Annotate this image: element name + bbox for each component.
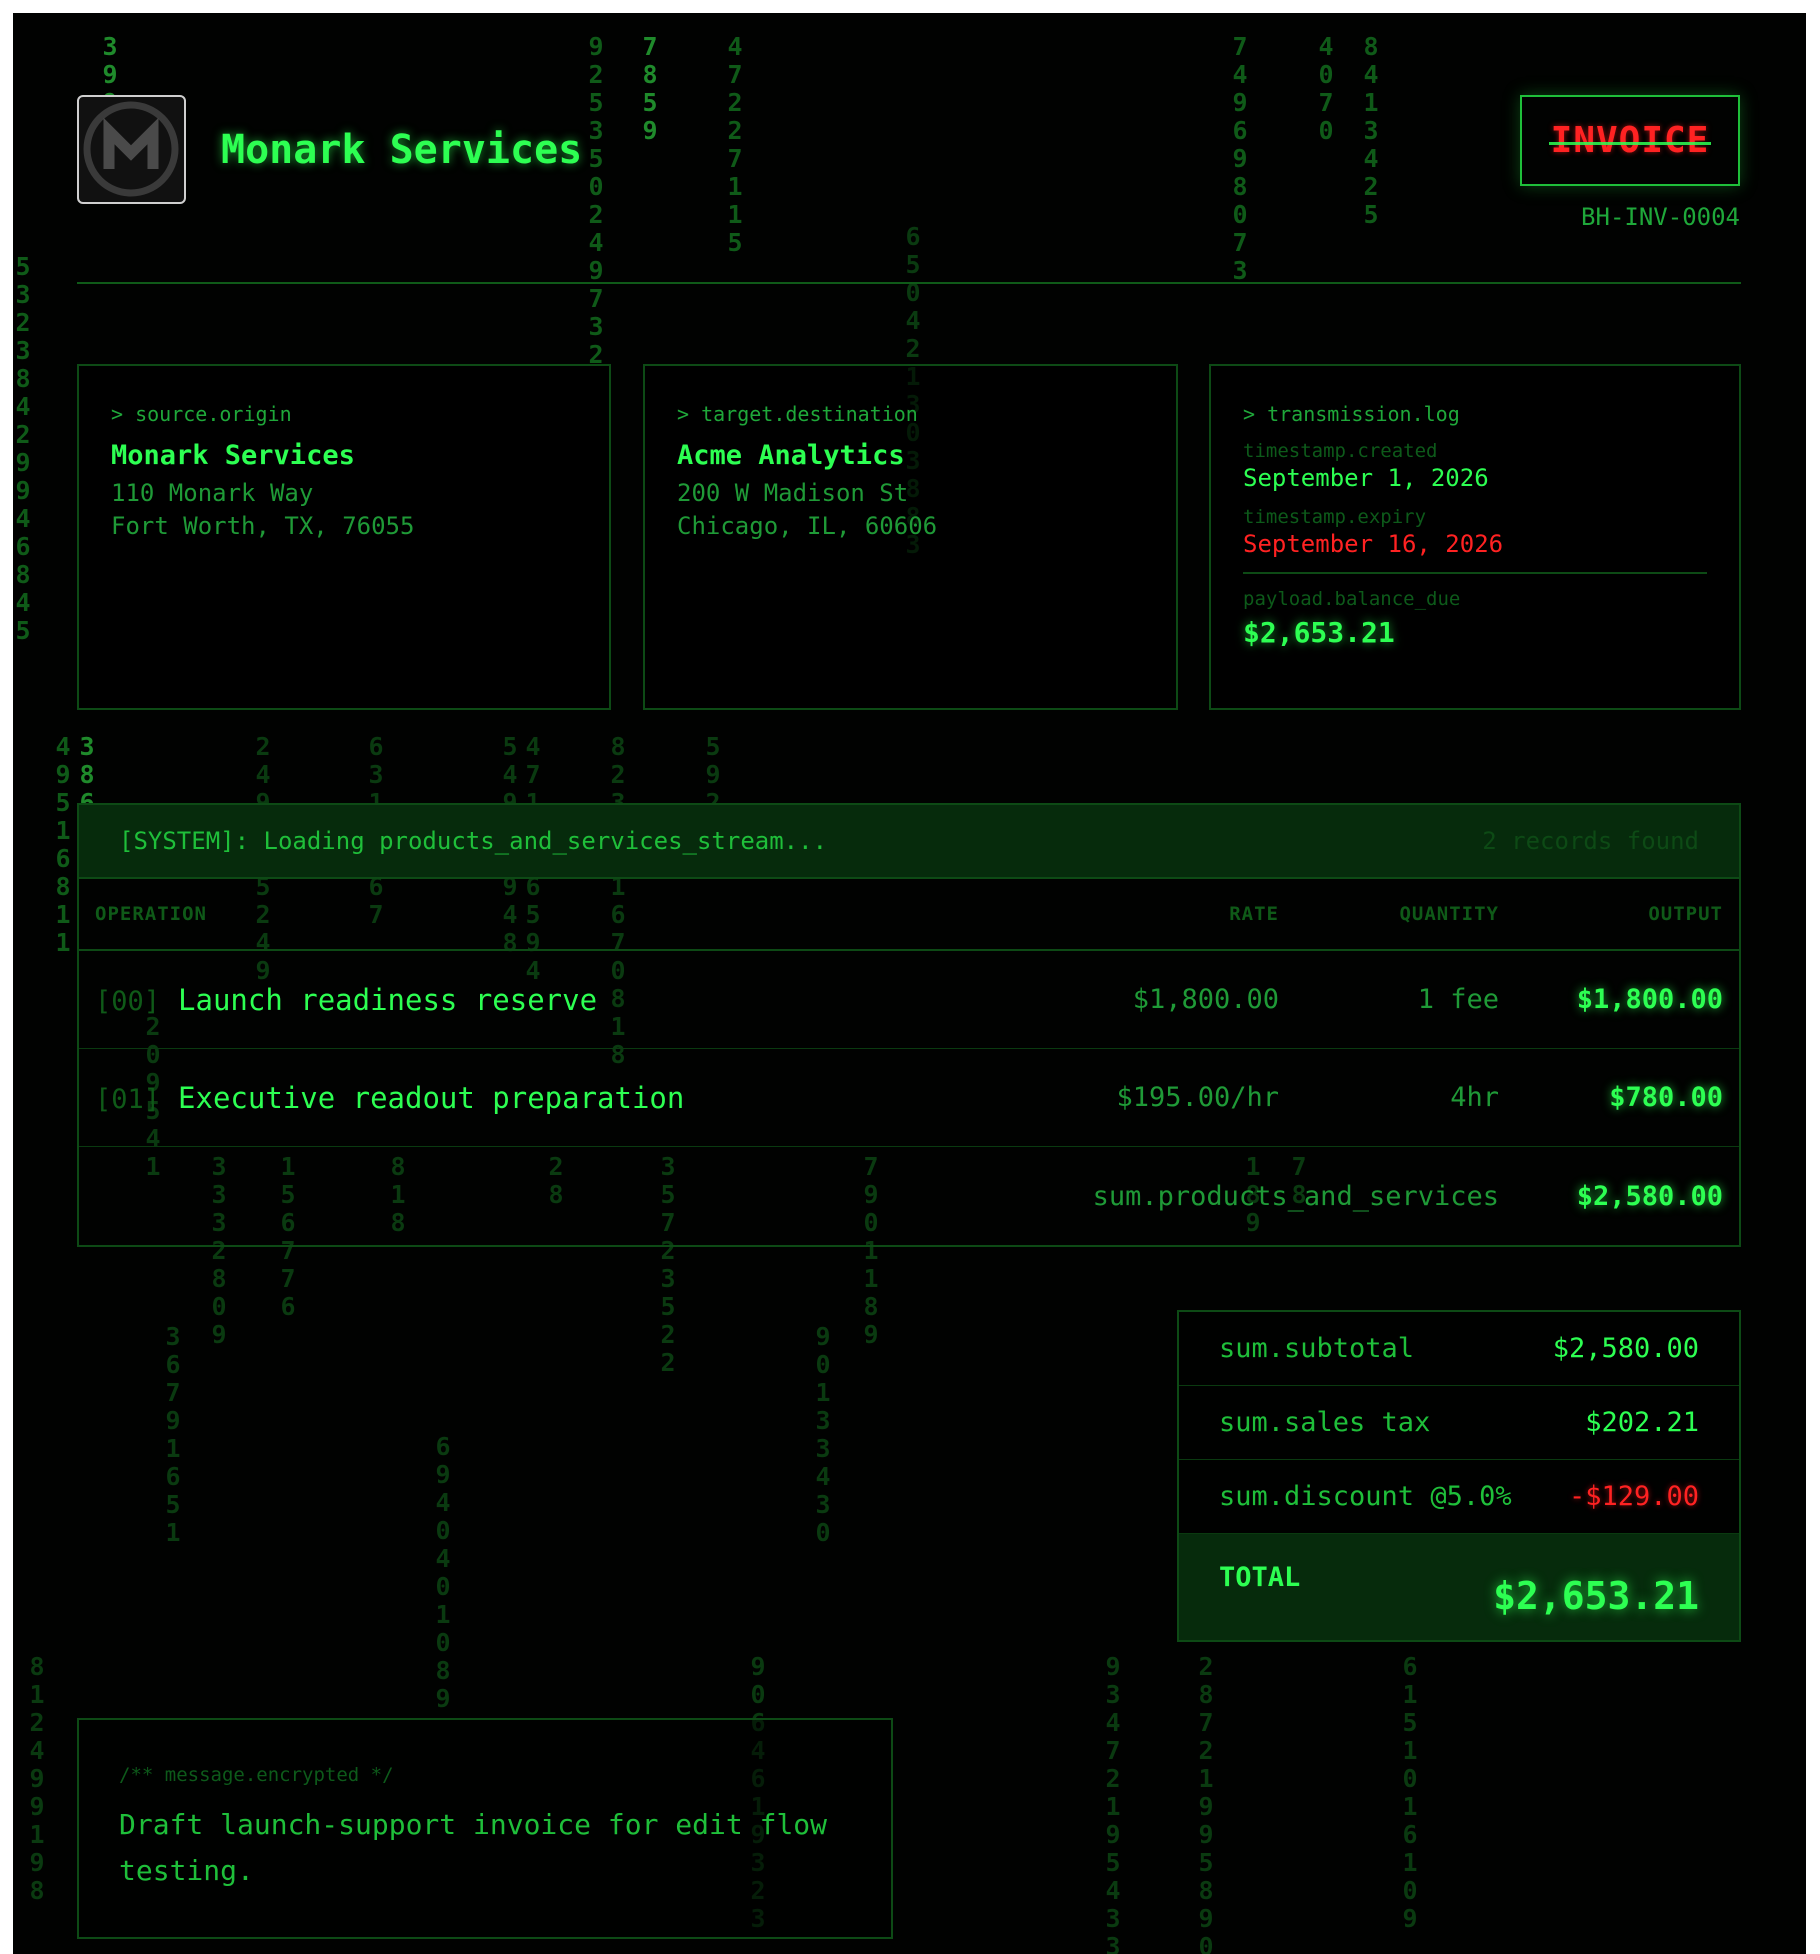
transmission-label: > transmission.log <box>1243 402 1460 426</box>
total-value: $2,653.21 <box>1493 1574 1699 1618</box>
rain-column: 8 1 2 4 9 9 1 9 8 <box>29 1652 45 1905</box>
transmission-box: > transmission.log timestamp.created Sep… <box>1209 364 1741 710</box>
source-box: > source.origin Monark Services 110 Mona… <box>77 364 611 710</box>
created-date: September 1, 2026 <box>1243 464 1489 492</box>
company-logo <box>77 95 186 204</box>
created-label: timestamp.created <box>1243 440 1438 462</box>
row-description: Executive readout preparation <box>178 1080 685 1115</box>
total-label: TOTAL <box>1219 1562 1301 1593</box>
quantity-cell: 4hr <box>1450 1082 1499 1113</box>
rain-column: 2 8 7 2 1 9 9 5 8 9 0 <box>1198 1652 1214 1954</box>
operation-cell: [00] Launch readiness reserve <box>79 983 979 1017</box>
discount-value: -$129.00 <box>1568 1481 1699 1512</box>
rate-cell: $1,800.00 <box>1132 984 1279 1015</box>
rain-column: 3 6 7 9 1 6 5 1 <box>165 1322 181 1547</box>
rain-column: 9 3 4 7 2 1 9 5 4 3 3 <box>1105 1652 1121 1954</box>
source-address-line2: Fort Worth, TX, 76055 <box>111 512 415 540</box>
transmission-divider <box>1243 572 1707 574</box>
target-label: > target.destination <box>677 402 918 426</box>
target-address-line2: Chicago, IL, 60606 <box>677 512 938 540</box>
sum-value: $2,580.00 <box>1576 1180 1723 1212</box>
subtotal-label: sum.subtotal <box>1219 1333 1415 1364</box>
system-message: [SYSTEM]: Loading products_and_services_… <box>119 827 828 855</box>
table-header-row: OPERATION RATE QUANTITY OUTPUT <box>79 879 1739 951</box>
rain-column: 4 7 2 2 7 1 1 5 <box>727 32 743 257</box>
rain-column: 7 8 5 9 <box>642 32 658 145</box>
target-box: > target.destination Acme Analytics 200 … <box>643 364 1178 710</box>
target-name: Acme Analytics <box>677 440 905 471</box>
rain-column: 8 4 1 3 4 2 5 <box>1363 32 1379 229</box>
totals-box: sum.subtotal $2,580.00 sum.sales tax $20… <box>1177 1310 1741 1642</box>
operation-cell: [01] Executive readout preparation <box>79 1081 979 1115</box>
column-header-rate: RATE <box>1229 903 1279 925</box>
rain-column: 7 4 9 6 9 8 0 7 3 <box>1232 32 1248 285</box>
rate-cell: $195.00/hr <box>1116 1082 1279 1113</box>
monark-m-logo-icon <box>83 101 179 197</box>
source-address-line1: 110 Monark Way <box>111 479 314 507</box>
rain-column: 6 9 4 0 4 0 1 0 8 9 <box>435 1432 451 1713</box>
invoice-number: BH-INV-0004 <box>1581 203 1740 231</box>
column-header-operation: OPERATION <box>95 903 207 925</box>
header-divider <box>77 282 1741 284</box>
table-row: [01] Executive readout preparation $195.0… <box>79 1049 1739 1147</box>
output-cell: $780.00 <box>1609 1082 1723 1113</box>
expiry-date: September 16, 2026 <box>1243 530 1504 558</box>
note-label: /** message.encrypted */ <box>119 1764 394 1786</box>
company-name: Monark Services <box>221 127 583 173</box>
tax-value: $202.21 <box>1585 1407 1699 1438</box>
table-sum-row: sum.products_and_services $2,580.00 <box>79 1147 1739 1245</box>
rain-column: 9 2 5 3 5 0 2 4 9 7 3 2 <box>588 32 604 369</box>
records-count: 2 records found <box>1482 827 1699 855</box>
column-header-output: OUTPUT <box>1648 903 1723 925</box>
column-header-quantity: QUANTITY <box>1399 903 1499 925</box>
source-name: Monark Services <box>111 440 355 471</box>
tax-row: sum.sales tax $202.21 <box>1179 1386 1739 1460</box>
sum-label: sum.products_and_services <box>1092 1180 1499 1212</box>
document-title-box: INVOICE <box>1520 95 1740 186</box>
subtotal-row: sum.subtotal $2,580.00 <box>1179 1312 1739 1386</box>
source-label: > source.origin <box>111 402 292 426</box>
row-index: [00] <box>95 985 161 1017</box>
discount-label: sum.discount @5.0% <box>1219 1481 1512 1512</box>
total-row: TOTAL $2,653.21 <box>1179 1534 1739 1640</box>
balance-due-value: $2,653.21 <box>1243 616 1395 649</box>
subtotal-value: $2,580.00 <box>1552 1333 1699 1364</box>
rain-column: 4 9 5 1 6 8 1 1 <box>55 732 71 957</box>
discount-row: sum.discount @5.0% -$129.00 <box>1179 1460 1739 1534</box>
note-box: /** message.encrypted */ Draft launch-su… <box>77 1718 893 1939</box>
system-status-bar: [SYSTEM]: Loading products_and_services_… <box>79 805 1739 879</box>
rain-column: 4 0 7 0 <box>1318 32 1334 145</box>
expiry-label: timestamp.expiry <box>1243 506 1427 528</box>
document-title: INVOICE <box>1548 120 1712 161</box>
balance-due-label: payload.balance_due <box>1243 588 1461 610</box>
output-cell: $1,800.00 <box>1576 984 1723 1015</box>
rain-column: 5 3 2 3 8 4 2 9 9 4 6 8 4 5 <box>15 252 31 645</box>
note-text: Draft launch-support invoice for edit fl… <box>119 1808 828 1887</box>
quantity-cell: 1 fee <box>1417 984 1499 1015</box>
row-index: [01] <box>95 1083 161 1115</box>
invoice-page: 3 9 9 5 3 2 3 8 4 2 9 9 4 6 8 4 5 3 8 6 … <box>13 13 1806 1954</box>
rain-column: 6 1 5 1 0 1 6 1 0 9 <box>1402 1652 1418 1933</box>
table-row: [00] Launch readiness reserve $1,800.00 1… <box>79 951 1739 1049</box>
tax-label: sum.sales tax <box>1219 1407 1431 1438</box>
rain-column: 9 0 1 3 3 4 3 0 <box>815 1322 831 1547</box>
row-description: Launch readiness reserve <box>178 982 598 1017</box>
target-address-line1: 200 W Madison St <box>677 479 909 507</box>
line-items-table: [SYSTEM]: Loading products_and_services_… <box>77 803 1741 1247</box>
